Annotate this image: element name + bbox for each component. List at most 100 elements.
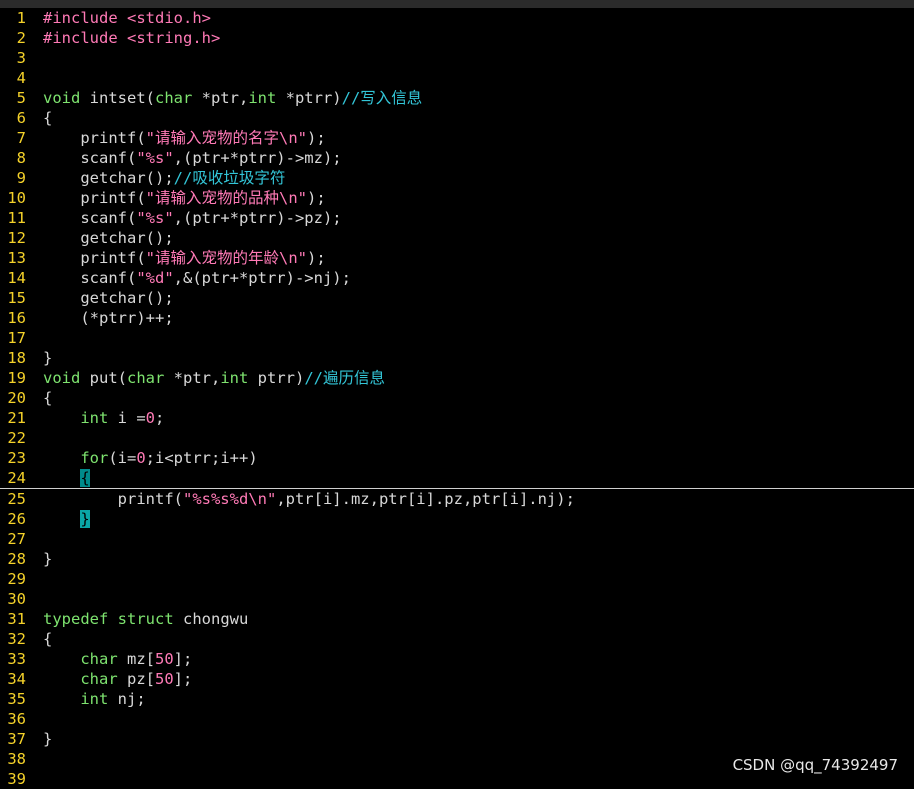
code-line[interactable]: 9 getchar();//吸收垃圾字符 — [0, 168, 914, 188]
code-token: typedef — [43, 610, 109, 628]
code-token: "%s" — [136, 209, 174, 227]
line-code[interactable]: #include <stdio.h> — [43, 8, 211, 28]
line-code[interactable]: } — [43, 549, 52, 569]
code-token: "请输入宠物的年龄\n" — [145, 249, 307, 267]
line-code[interactable]: (*ptrr)++; — [43, 308, 173, 328]
code-line[interactable]: 32 { — [0, 629, 914, 649]
code-line[interactable]: 19 void put(char *ptr,int ptrr)//遍历信息 — [0, 368, 914, 388]
line-code[interactable]: { — [43, 629, 52, 649]
line-number: 7 — [16, 129, 26, 147]
code-token: ,(ptr+*ptrr)->pz); — [173, 209, 342, 227]
line-code[interactable]: void intset(char *ptr,int *ptrr)//写入信息 — [43, 88, 422, 108]
code-token: int — [80, 409, 109, 427]
code-line[interactable]: 11 scanf("%s",(ptr+*ptrr)->pz); — [0, 208, 914, 228]
code-line[interactable]: 5 void intset(char *ptr,int *ptrr)//写入信息 — [0, 88, 914, 108]
code-token: char — [80, 650, 118, 668]
code-line[interactable]: 10 printf("请输入宠物的品种\n"); — [0, 188, 914, 208]
code-line[interactable]: 14 scanf("%d",&(ptr+*ptrr)->nj); — [0, 268, 914, 288]
code-token: ); — [306, 129, 326, 147]
code-line[interactable]: 36 — [0, 709, 914, 729]
code-line[interactable]: 33 char mz[50]; — [0, 649, 914, 669]
line-code[interactable]: void put(char *ptr,int ptrr)//遍历信息 — [43, 368, 385, 388]
line-number: 29 — [7, 570, 26, 588]
window-top-strip — [0, 0, 914, 8]
line-code[interactable]: printf("请输入宠物的年龄\n"); — [43, 248, 326, 268]
code-line[interactable]: 23 for(i=0;i<ptrr;i++) — [0, 448, 914, 468]
code-token: char — [127, 369, 165, 387]
code-line[interactable]: 3 — [0, 48, 914, 68]
code-line[interactable]: 24 { — [0, 468, 914, 489]
line-number: 38 — [7, 750, 26, 768]
code-line[interactable]: 22 — [0, 428, 914, 448]
code-line[interactable]: 18} — [0, 348, 914, 368]
code-line[interactable]: 6{ — [0, 108, 914, 128]
code-line[interactable]: 37} — [0, 729, 914, 749]
line-code[interactable]: int nj; — [43, 689, 145, 709]
code-line[interactable]: 25 printf("%s%s%d\n",ptr[i].mz,ptr[i].pz… — [0, 489, 914, 509]
code-line[interactable]: 17 — [0, 328, 914, 348]
line-code[interactable]: scanf("%s",(ptr+*ptrr)->pz); — [43, 208, 342, 228]
code-line[interactable]: 29 — [0, 569, 914, 589]
code-line[interactable]: 15 getchar(); — [0, 288, 914, 308]
line-code[interactable]: } — [43, 348, 52, 368]
code-token: "%d" — [136, 269, 174, 287]
code-token: "请输入宠物的名字\n" — [145, 129, 307, 147]
line-code[interactable]: { — [43, 108, 52, 128]
code-token: int — [220, 369, 249, 387]
code-line[interactable]: 16 (*ptrr)++; — [0, 308, 914, 328]
line-number: 34 — [7, 670, 26, 688]
code-line[interactable]: 30 — [0, 589, 914, 609]
code-token: ); — [306, 189, 326, 207]
line-code[interactable]: scanf("%d",&(ptr+*ptrr)->nj); — [43, 268, 351, 288]
code-line[interactable]: 27 — [0, 529, 914, 549]
line-code[interactable]: #include <string.h> — [43, 28, 220, 48]
line-code[interactable]: { — [43, 388, 52, 408]
code-line[interactable]: 13 printf("请输入宠物的年龄\n"); — [0, 248, 914, 268]
line-code[interactable]: printf("请输入宠物的品种\n"); — [43, 188, 326, 208]
line-code[interactable]: getchar(); — [43, 228, 173, 248]
code-token: 50 — [154, 670, 174, 688]
line-number: 36 — [7, 710, 26, 728]
code-token: { — [43, 630, 53, 648]
line-code[interactable]: typedef struct chongwu — [43, 609, 248, 629]
line-code[interactable]: getchar(); — [43, 288, 173, 308]
line-code[interactable]: } — [43, 729, 52, 749]
code-line[interactable]: 21 int i =0; — [0, 408, 914, 428]
code-token: ); — [306, 249, 326, 267]
line-code[interactable]: } — [43, 509, 90, 529]
code-line[interactable]: 28} — [0, 549, 914, 569]
code-line[interactable]: 34 char pz[50]; — [0, 669, 914, 689]
line-code[interactable]: scanf("%s",(ptr+*ptrr)->mz); — [43, 148, 341, 168]
line-code[interactable]: printf("请输入宠物的名字\n"); — [43, 128, 326, 148]
line-code[interactable]: getchar();//吸收垃圾字符 — [43, 168, 285, 188]
code-token: { — [43, 389, 53, 407]
code-line[interactable]: 1 #include <stdio.h> — [0, 8, 914, 28]
line-number: 20 — [7, 389, 26, 407]
code-line[interactable]: 4 — [0, 68, 914, 88]
line-code[interactable]: char mz[50]; — [43, 649, 192, 669]
code-token: } — [43, 730, 53, 748]
code-line[interactable]: 2 #include <string.h> — [0, 28, 914, 48]
line-number: 24 — [7, 469, 26, 487]
code-token: *ptrr) — [276, 89, 342, 107]
code-line[interactable]: 20 { — [0, 388, 914, 408]
line-number: 1 — [16, 9, 26, 27]
line-code[interactable]: for(i=0;i<ptrr;i++) — [43, 448, 257, 468]
code-token: i = — [108, 409, 146, 427]
line-code[interactable]: int i =0; — [43, 408, 164, 428]
code-token: #include — [43, 29, 127, 47]
line-code[interactable]: printf("%s%s%d\n",ptr[i].mz,ptr[i].pz,pt… — [43, 489, 575, 509]
code-editor[interactable]: 1 #include <stdio.h> 2 #include <string.h> 3… — [0, 8, 914, 788]
line-code[interactable]: char pz[50]; — [43, 669, 192, 689]
code-line[interactable]: 7 printf("请输入宠物的名字\n"); — [0, 128, 914, 148]
code-token: *ptr, — [164, 369, 221, 387]
code-line[interactable]: 31 typedef struct chongwu — [0, 609, 914, 629]
code-line[interactable]: 35 int nj; — [0, 689, 914, 709]
code-line[interactable]: 8 scanf("%s",(ptr+*ptrr)->mz); — [0, 148, 914, 168]
code-line[interactable]: 12 getchar(); — [0, 228, 914, 248]
code-token: int — [80, 690, 109, 708]
code-line[interactable]: 26 } — [0, 509, 914, 529]
line-code[interactable]: { — [43, 468, 90, 488]
code-token: mz[ — [117, 650, 155, 668]
